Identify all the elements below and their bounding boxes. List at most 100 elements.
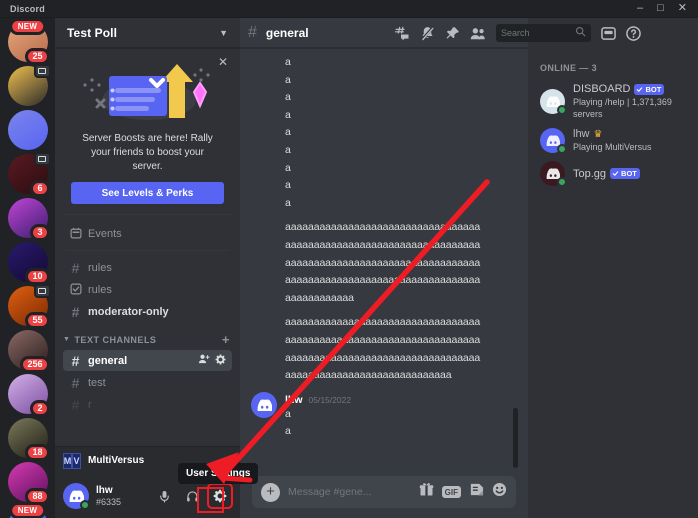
discord-logo-icon (257, 398, 272, 411)
chat-header-actions: Search (395, 18, 641, 48)
message-line: a (285, 91, 291, 104)
user-discriminator: #6335 (96, 496, 122, 507)
server-icon[interactable]: 88 (7, 462, 50, 505)
pinned-messages-icon[interactable] (445, 26, 460, 41)
notifications-off-icon[interactable] (420, 26, 435, 41)
new-badge: NEW (8, 18, 47, 35)
server-icon[interactable]: 3 (7, 198, 50, 241)
server-icon[interactable]: 55 (7, 284, 51, 329)
message-line: aaaaaaaaaaaaaaaaaaaaaaaaaaaaaaaaaa (285, 274, 481, 287)
sidebar-item-events[interactable]: Events (63, 223, 232, 244)
message-composer[interactable]: + Message #gene... GIF (252, 476, 516, 508)
chat-scrollbar[interactable] (513, 408, 518, 468)
boost-description: Server Boosts are here! Rally your frien… (82, 133, 213, 172)
minimize-button[interactable]: – (637, 3, 643, 14)
search-icon (575, 24, 586, 42)
emoji-icon[interactable] (492, 482, 507, 502)
gift-icon[interactable] (419, 482, 434, 502)
message-line: a (285, 56, 291, 68)
member-name: Top.gg (573, 167, 607, 180)
message-line: aaaaaaaaaaaaaaaaaaaaaaaaaaaaa (285, 369, 452, 382)
boost-artwork-svg (82, 64, 210, 120)
channel-title: general (265, 25, 309, 40)
discord-window: Discord – □ ✕ 25 NEW 6 3 10 55 256 2 18 88 NEW Tes… (0, 0, 698, 518)
chevron-down-icon: ▼ (63, 336, 71, 343)
bot-badge: BOT (634, 83, 665, 95)
status-online-indicator (557, 105, 567, 115)
sidebar-item-partial[interactable]: # r (63, 394, 232, 415)
category-label: TEXT CHANNELS (74, 334, 157, 345)
avatar[interactable] (251, 391, 277, 418)
member-activity: Playing MultiVersus (573, 142, 652, 152)
member-list-item[interactable]: DISBOARD BOT Playing /help | 1,371,369 ser… (538, 79, 698, 124)
sidebar-item-rules-1[interactable]: # rules (63, 257, 232, 278)
maximize-button[interactable]: □ (657, 3, 664, 14)
member-list-item[interactable]: lhw ♛ Playing MultiVersus (538, 124, 698, 157)
inbox-icon[interactable] (601, 26, 616, 41)
message-line: aaaaaaaaaaaaaaaaaaaaaaaaaaaaaaaaaa (285, 256, 481, 269)
hash-icon: # (248, 23, 257, 41)
message-author[interactable]: lhw (285, 394, 303, 406)
channel-label: moderator-only (88, 305, 169, 318)
message-line: a (285, 179, 291, 192)
members-icon[interactable] (470, 26, 486, 41)
invite-icon[interactable] (198, 353, 210, 368)
server-icon[interactable]: 18 (7, 418, 50, 461)
server-icon[interactable]: 25 NEW (7, 18, 50, 65)
gif-button[interactable]: GIF (441, 486, 461, 498)
unread-badge: 25 (25, 48, 50, 65)
plus-icon[interactable]: + (261, 482, 280, 502)
member-list-item[interactable]: Top.gg BOT (538, 157, 698, 190)
message-line: aaaaaaaaaaaaaaaaaaaaaaaaaaaaaaaaaa (285, 316, 481, 329)
status-online-indicator (557, 177, 567, 187)
sidebar-item-rules-2[interactable]: rules (63, 279, 232, 300)
plus-icon[interactable]: + (222, 333, 230, 346)
sidebar-item-label: Events (88, 227, 122, 240)
channel-label: general (88, 354, 128, 367)
threads-icon[interactable] (395, 26, 410, 41)
chat-panel: # general a a a a a a a a a aaaaaaaaaaaaaaaaaaaaa… (240, 18, 528, 518)
server-icon[interactable]: 6 (7, 152, 51, 197)
help-icon[interactable] (626, 25, 641, 41)
sidebar-item-general[interactable]: # general (63, 350, 232, 371)
crown-icon: ♛ (593, 128, 603, 140)
unread-badge: 55 (25, 312, 50, 329)
microphone-icon[interactable] (152, 484, 176, 508)
avatar[interactable] (63, 483, 90, 510)
category-text-channels[interactable]: ▼ TEXT CHANNELS + (55, 323, 240, 349)
search-input[interactable]: Search (501, 28, 530, 38)
search-box[interactable]: Search (496, 24, 591, 42)
unread-badge: 18 (25, 444, 50, 461)
close-button[interactable]: ✕ (678, 3, 687, 14)
window-controls: – □ ✕ (637, 3, 698, 14)
gear-icon[interactable] (215, 354, 226, 368)
server-icon[interactable]: 256 (7, 330, 50, 373)
guild-header[interactable]: Test Poll ▼ (55, 18, 240, 48)
server-icon[interactable]: 2 (7, 374, 50, 417)
hash-icon: # (71, 259, 80, 276)
sidebar-divider (65, 250, 230, 251)
message-line: a (285, 143, 291, 156)
channel-label: rules (88, 261, 112, 274)
message-header: lhw 05/15/2022 (240, 391, 528, 418)
screenshare-icon (33, 152, 51, 166)
activity-label: MultiVersus (88, 455, 145, 466)
server-icon[interactable]: 10 (7, 242, 50, 285)
message-list[interactable]: a a a a a a a a a aaaaaaaaaaaaaaaaaaaaaaaaaaaaaaa… (240, 48, 528, 478)
message-line: a (285, 126, 291, 139)
sidebar-item-test[interactable]: # test (63, 372, 232, 393)
server-icon[interactable] (7, 64, 51, 106)
server-rail[interactable]: 25 NEW 6 3 10 55 256 2 18 88 NEW (0, 18, 55, 518)
server-icon[interactable] (7, 110, 48, 150)
screenshare-icon (33, 64, 51, 78)
channel-label: test (88, 376, 106, 389)
window-titlebar: Discord – □ ✕ (0, 0, 698, 18)
message-input[interactable]: Message #gene... (288, 486, 371, 498)
sticker-icon[interactable] (469, 482, 484, 502)
sidebar-item-moderator-only[interactable]: # moderator-only (63, 301, 232, 322)
channel-sidebar: Test Poll ▼ ✕ Server Boosts are here! Ra… (55, 18, 240, 518)
message-line: a (285, 161, 291, 174)
server-icon[interactable]: NEW (7, 502, 48, 518)
see-levels-and-perks-button[interactable]: See Levels & Perks (71, 182, 224, 204)
message-line: a (285, 425, 291, 438)
